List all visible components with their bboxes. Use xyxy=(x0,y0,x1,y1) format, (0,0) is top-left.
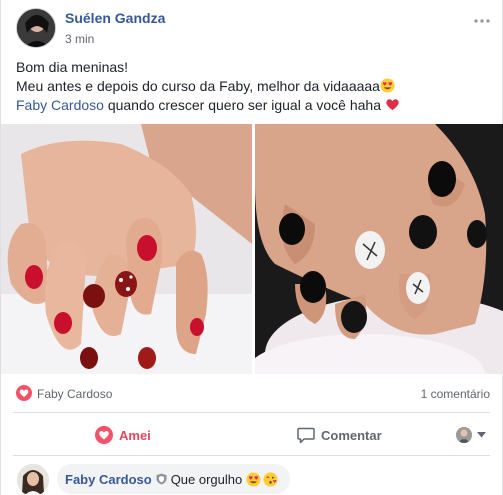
love-button-label: Amei xyxy=(119,427,151,443)
ellipsis-icon[interactable] xyxy=(474,10,490,26)
post-text-line: Bom dia meninas! xyxy=(16,59,129,75)
mention-link[interactable]: Faby Cardoso xyxy=(16,97,104,113)
heart-eyes-emoji-icon xyxy=(246,471,261,487)
comment-bubble: Faby Cardoso Que orgulho xyxy=(57,464,291,494)
reaction-as-selector[interactable] xyxy=(456,424,486,446)
kissing-heart-emoji-icon xyxy=(263,471,278,487)
comment-button[interactable]: Comentar xyxy=(297,424,382,446)
comment-count[interactable]: 1 comentário xyxy=(421,387,490,401)
post-text: Bom dia meninas! Meu antes e depois do c… xyxy=(16,58,486,115)
chevron-down-icon xyxy=(477,432,486,438)
nails-before-photo[interactable] xyxy=(1,124,252,374)
feed-post: Suélen Gandza 3 min Bom dia meninas! Meu… xyxy=(0,0,503,495)
red-heart-emoji-icon xyxy=(386,99,399,111)
divider xyxy=(13,412,490,413)
post-text-segment: Meu antes e depois do curso da Faby, mel… xyxy=(16,78,380,94)
comment-author[interactable]: Faby Cardoso xyxy=(65,472,152,487)
reaction-names[interactable]: Faby Cardoso xyxy=(37,387,112,401)
love-reaction-icon xyxy=(95,426,113,444)
commenter-avatar[interactable] xyxy=(17,464,49,495)
comment-button-label: Comentar xyxy=(321,427,382,443)
photo-grid xyxy=(1,124,503,374)
viewer-avatar xyxy=(456,427,472,443)
author-name[interactable]: Suélen Gandza xyxy=(65,10,165,26)
post-text-line: Meu antes e depois do curso da Faby, mel… xyxy=(16,77,486,96)
divider xyxy=(13,455,490,456)
nails-after-photo[interactable] xyxy=(255,124,503,374)
love-button[interactable]: Amei xyxy=(95,424,151,446)
post-text-line: Faby Cardoso quando crescer quero ser ig… xyxy=(16,96,486,115)
post-timestamp[interactable]: 3 min xyxy=(65,32,94,46)
author-avatar[interactable] xyxy=(16,8,56,48)
heart-eyes-emoji-icon xyxy=(380,78,395,93)
comment-icon xyxy=(297,427,315,443)
comment-text: Que orgulho xyxy=(170,471,243,487)
post-text-segment: quando crescer quero ser igual a você ha… xyxy=(103,97,385,113)
love-reaction-icon xyxy=(16,385,32,401)
shield-icon xyxy=(156,473,167,485)
